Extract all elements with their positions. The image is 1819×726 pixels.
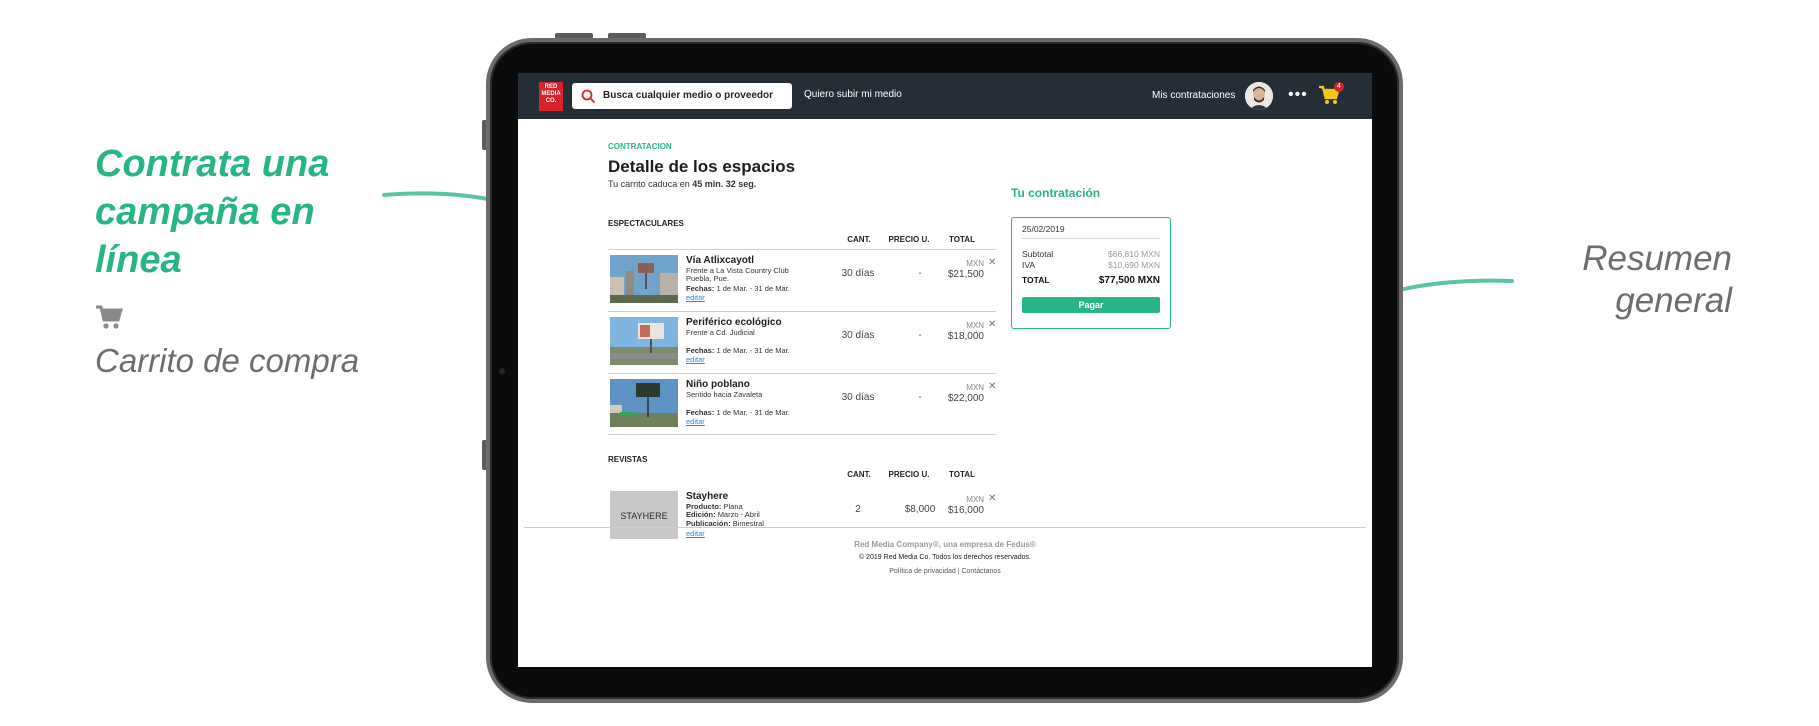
item-currency: MXN bbox=[966, 495, 984, 504]
item-qty: 30 días bbox=[841, 392, 875, 403]
item-title: Niño poblano bbox=[686, 379, 750, 390]
edit-link[interactable]: editar bbox=[686, 293, 705, 302]
cart-expiry-label: Tu carrito caduca en bbox=[608, 179, 690, 189]
item-total: $21,500 bbox=[947, 269, 984, 280]
remove-item-close-icon[interactable]: ✕ bbox=[988, 319, 996, 330]
divider bbox=[608, 311, 996, 312]
annotation-title: Contrata una campaña en línea bbox=[95, 143, 330, 281]
divider bbox=[608, 249, 996, 250]
footer-company: Red Media Company®, una empresa de Fedus… bbox=[854, 540, 1036, 549]
footer-divider bbox=[524, 527, 1366, 528]
column-header-unit-price: PRECIO U. bbox=[888, 470, 930, 479]
item-qty: 2 bbox=[855, 504, 861, 515]
dates-label: Fechas: bbox=[686, 408, 715, 417]
edit-link[interactable]: editar bbox=[686, 529, 705, 538]
section-title-revistas: REVISTAS bbox=[608, 455, 648, 464]
item-title: Vía Atlixcayotl bbox=[686, 255, 754, 266]
item-edition: Edición: Marzo - Abril bbox=[686, 510, 760, 519]
item-total: $22,000 bbox=[947, 393, 984, 404]
top-navbar: RED MEDIA CO. Busca cualquier medio o pr… bbox=[518, 73, 1372, 119]
remove-item-close-icon[interactable]: ✕ bbox=[988, 381, 996, 392]
cart-icon bbox=[96, 305, 124, 329]
brand-logo[interactable]: RED MEDIA CO. bbox=[539, 82, 563, 111]
page-eyebrow: CONTRATACION bbox=[608, 142, 672, 151]
billboard-thumbnail bbox=[610, 317, 678, 365]
item-total: $18,000 bbox=[947, 331, 984, 342]
front-camera bbox=[499, 368, 505, 374]
section-title-espectaculares: ESPECTACULARES bbox=[608, 219, 684, 228]
my-contracts-link[interactable]: Mis contrataciones bbox=[1152, 90, 1235, 101]
list-item: Periférico ecológico Frente a Cd. Judici… bbox=[608, 317, 998, 377]
iva-label: IVA bbox=[1022, 260, 1036, 270]
avatar[interactable] bbox=[1245, 82, 1273, 110]
user-photo bbox=[1245, 82, 1273, 110]
item-title: Periférico ecológico bbox=[686, 317, 782, 328]
column-header-total: TOTAL bbox=[949, 470, 975, 479]
search-input[interactable]: Busca cualquier medio o proveedor bbox=[572, 83, 792, 109]
summary-date: 25/02/2019 bbox=[1022, 224, 1065, 234]
remove-item-close-icon[interactable]: ✕ bbox=[988, 257, 996, 268]
item-qty: 30 días bbox=[841, 330, 875, 341]
divider bbox=[1022, 238, 1160, 239]
billboard-thumbnail bbox=[610, 255, 678, 303]
item-total: $16,000 bbox=[947, 505, 984, 516]
pay-button[interactable]: Pagar bbox=[1022, 297, 1160, 313]
cart-expiry-time: 45 min. 32 seg. bbox=[692, 179, 757, 189]
magazine-thumb-text: STAYHERE bbox=[620, 511, 667, 521]
search-placeholder: Busca cualquier medio o proveedor bbox=[603, 90, 774, 101]
edition-value: Marzo - Abril bbox=[717, 510, 760, 519]
item-currency: MXN bbox=[966, 259, 984, 268]
search-icon bbox=[581, 89, 595, 103]
remove-item-close-icon[interactable]: ✕ bbox=[988, 493, 996, 504]
footer-copyright: © 2019 Red Media Co. Todos los derechos … bbox=[859, 554, 1031, 561]
edit-link[interactable]: editar bbox=[686, 417, 705, 426]
total-label: TOTAL bbox=[1022, 275, 1050, 285]
item-location: Frente a Cd. Judicial bbox=[686, 328, 755, 337]
cart-expiry: Tu carrito caduca en 45 min. 32 seg. bbox=[608, 179, 756, 189]
divider bbox=[608, 373, 996, 374]
more-icon[interactable]: ••• bbox=[1288, 86, 1308, 104]
dates-value: 1 de Mar. - 31 de Mar. bbox=[716, 408, 790, 417]
summary-title: Tu contratación bbox=[1011, 186, 1101, 200]
iva-value: $10,690 MXN bbox=[1108, 260, 1160, 270]
column-header-unit-price: PRECIO U. bbox=[888, 235, 930, 244]
item-qty: 30 días bbox=[841, 268, 875, 279]
item-city: Puebla, Pue. bbox=[686, 274, 729, 283]
left-annotation: Contrata una campaña en línea Carrito de… bbox=[95, 140, 395, 381]
item-title: Stayhere bbox=[686, 491, 729, 502]
magazine-thumbnail: STAYHERE bbox=[610, 491, 678, 539]
divider bbox=[608, 434, 996, 435]
item-location: Sentido hacia Zavaleta bbox=[686, 390, 763, 399]
billboard-thumbnail bbox=[610, 379, 678, 427]
dates-label: Fechas: bbox=[686, 284, 715, 293]
subtotal-label: Subtotal bbox=[1022, 249, 1054, 259]
dates-label: Fechas: bbox=[686, 346, 715, 355]
right-annotation: Resumen general bbox=[1582, 239, 1732, 320]
order-summary-card: 25/02/2019 Subtotal $66,810 MXN IVA $10,… bbox=[1011, 217, 1171, 329]
footer-links[interactable]: Política de privacidad | Contáctanos bbox=[518, 568, 1372, 575]
item-dates: Fechas: 1 de Mar. - 31 de Mar. bbox=[686, 346, 790, 355]
edition-label: Edición: bbox=[686, 510, 716, 519]
item-currency: MXN bbox=[966, 321, 984, 330]
list-item: Niño poblano Sentido hacia Zavaleta Fech… bbox=[608, 379, 998, 439]
item-currency: MXN bbox=[966, 383, 984, 392]
cart-count-badge: 4 bbox=[1334, 82, 1344, 92]
item-dates: Fechas: 1 de Mar. - 31 de Mar. bbox=[686, 408, 790, 417]
dates-value: 1 de Mar. - 31 de Mar. bbox=[716, 346, 790, 355]
list-item: Vía Atlixcayotl Frente a La Vista Countr… bbox=[608, 255, 998, 315]
total-value: $77,500 MXN bbox=[1098, 275, 1160, 286]
upload-media-link[interactable]: Quiero subir mi medio bbox=[804, 89, 902, 100]
dates-value: 1 de Mar. - 31 de Mar. bbox=[716, 284, 790, 293]
subtotal-value: $66,810 MXN bbox=[1108, 249, 1160, 259]
page-title: Detalle de los espacios bbox=[608, 157, 796, 176]
app-screen: RED MEDIA CO. Busca cualquier medio o pr… bbox=[518, 73, 1372, 667]
edit-link[interactable]: editar bbox=[686, 355, 705, 364]
column-header-total: TOTAL bbox=[949, 235, 975, 244]
item-dates: Fechas: 1 de Mar. - 31 de Mar. bbox=[686, 284, 790, 293]
annotation-subtitle: Carrito de compra bbox=[95, 342, 360, 379]
